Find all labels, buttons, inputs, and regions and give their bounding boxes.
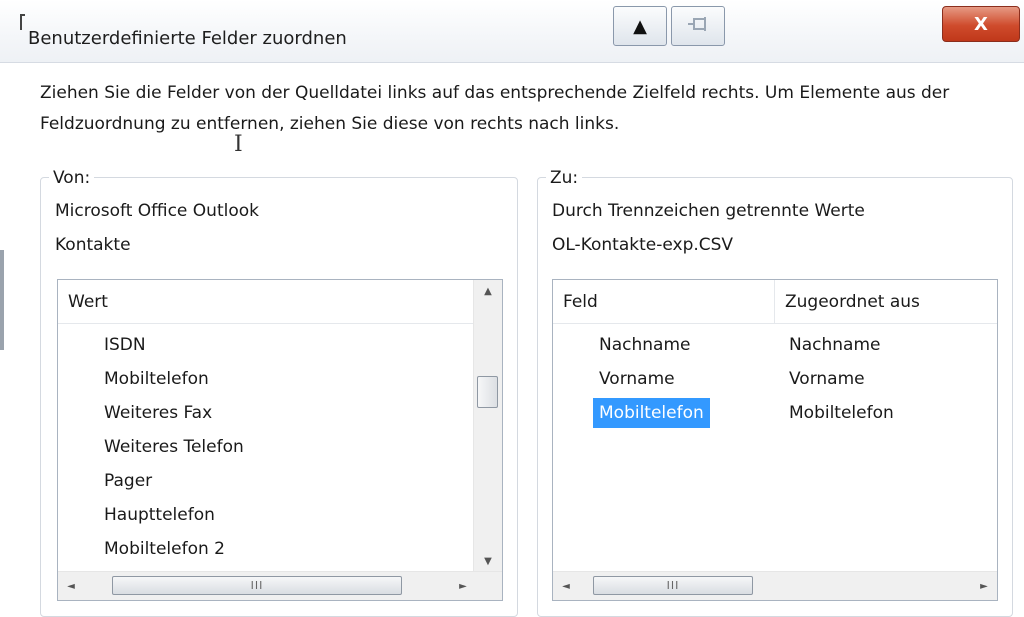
pin-button[interactable] — [671, 6, 725, 46]
vertical-scrollbar[interactable]: ▲ ▼ — [473, 280, 502, 572]
table-row[interactable]: Vorname Vorname — [553, 362, 997, 396]
to-legend: Zu: — [546, 168, 583, 188]
horizontal-scrollbar[interactable]: ◄ III ► — [553, 571, 997, 600]
feld-cell: Vorname — [599, 369, 675, 389]
text-cursor-icon: I — [234, 132, 243, 157]
window-corner-mark — [20, 14, 25, 30]
list-item[interactable]: Haupttelefon — [58, 498, 244, 532]
from-application: Microsoft Office Outlook — [55, 201, 259, 221]
pin-icon — [687, 16, 709, 37]
from-folder: Kontakte — [55, 235, 131, 255]
scroll-up-arrow-icon[interactable]: ▲ — [474, 280, 502, 302]
instructions-text: Ziehen Sie die Felder von der Quelldatei… — [40, 83, 950, 134]
triangle-up-icon: ▲ — [633, 15, 647, 37]
table-row-selected[interactable]: Mobiltelefon Mobiltelefon — [553, 396, 997, 430]
zugeordnet-cell: Nachname — [789, 335, 881, 355]
horizontal-scroll-thumb[interactable]: III — [112, 576, 402, 595]
column-header-zugeordnet[interactable]: Zugeordnet aus — [775, 280, 997, 324]
list-item[interactable]: Weiteres Telefon — [58, 430, 244, 464]
list-item[interactable]: Weiteres Fax — [58, 396, 244, 430]
list-item[interactable]: Mobiltelefon — [58, 362, 244, 396]
zugeordnet-cell: Mobiltelefon — [789, 403, 894, 423]
zugeordnet-cell: Vorname — [789, 369, 865, 389]
column-header-wert[interactable]: Wert — [58, 280, 474, 324]
source-rows: ISDN Mobiltelefon Weiteres Fax Weiteres … — [58, 328, 244, 566]
mapping-rows: Nachname Nachname Vorname Vorname Mobilt… — [553, 328, 997, 430]
to-format: Durch Trennzeichen getrennte Werte — [552, 201, 865, 221]
list-item[interactable]: Mobiltelefon 2 — [58, 532, 244, 566]
window-title: Benutzerdefinierte Felder zuordnen — [28, 28, 347, 49]
scroll-right-arrow-icon[interactable]: ► — [450, 572, 476, 600]
horizontal-scrollbar[interactable]: ◄ III ► — [58, 571, 502, 600]
window-nav-group: ▲ — [613, 6, 728, 46]
vertical-scroll-thumb[interactable] — [477, 376, 498, 408]
list-item[interactable]: ISDN — [58, 328, 244, 362]
scroll-right-arrow-icon[interactable]: ► — [971, 572, 997, 600]
source-fields-list[interactable]: Wert ISDN Mobiltelefon Weiteres Fax Weit… — [57, 279, 503, 601]
list-item[interactable]: Pager — [58, 464, 244, 498]
title-bar: Benutzerdefinierte Felder zuordnen ▲ X — [0, 0, 1024, 63]
close-button[interactable]: X — [942, 6, 1020, 42]
feld-cell: Nachname — [599, 335, 691, 355]
horizontal-scroll-thumb[interactable]: III — [593, 576, 753, 595]
scroll-left-arrow-icon[interactable]: ◄ — [58, 572, 84, 600]
from-group: Von: Microsoft Office Outlook Kontakte W… — [40, 168, 518, 617]
column-header-feld[interactable]: Feld — [553, 280, 775, 324]
from-legend: Von: — [49, 168, 95, 188]
to-filename: OL-Kontakte-exp.CSV — [552, 235, 734, 255]
scroll-left-arrow-icon[interactable]: ◄ — [553, 572, 579, 600]
window-edge — [0, 250, 4, 350]
table-row[interactable]: Nachname Nachname — [553, 328, 997, 362]
feld-cell-selected: Mobiltelefon — [593, 398, 710, 428]
target-fields-list[interactable]: Feld Zugeordnet aus Nachname Nachname Vo… — [552, 279, 998, 601]
to-group: Zu: Durch Trennzeichen getrennte Werte O… — [537, 168, 1013, 617]
collapse-button[interactable]: ▲ — [613, 6, 667, 46]
scroll-down-arrow-icon[interactable]: ▼ — [474, 550, 502, 572]
